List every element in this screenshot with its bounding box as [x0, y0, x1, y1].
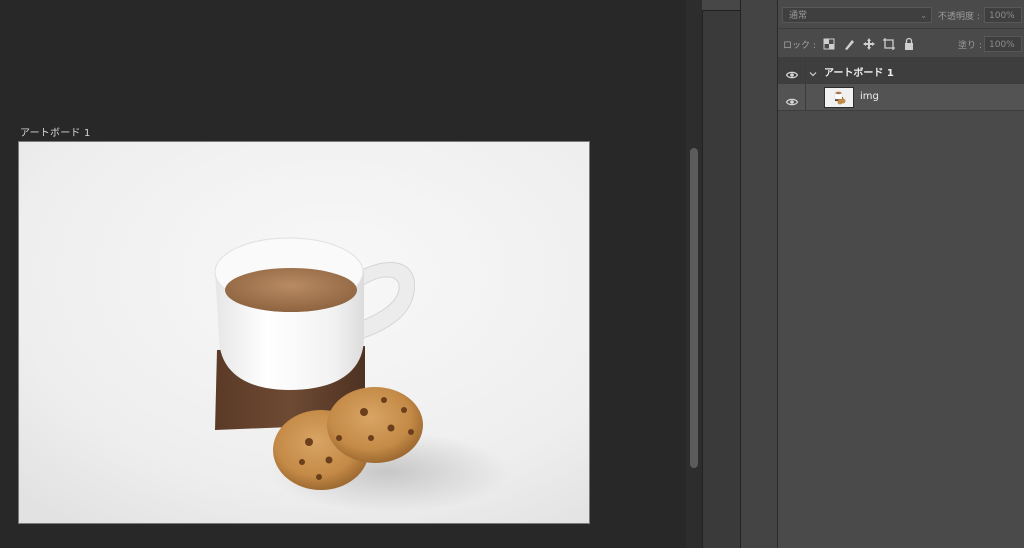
- artboard[interactable]: [18, 141, 590, 524]
- lock-image-pixels-icon[interactable]: [842, 36, 856, 50]
- blend-mode-value: 通常: [789, 11, 808, 21]
- layer-name: アートボード 1: [824, 68, 894, 79]
- opacity-label: 不透明度 :: [938, 12, 980, 22]
- blend-row: 通常 ⌄ 不透明度 : 100%: [778, 0, 1024, 29]
- divider: [805, 84, 806, 110]
- lock-artboard-icon[interactable]: [882, 36, 896, 50]
- photo-coffee-and-cookies: [19, 142, 589, 523]
- eye-icon[interactable]: [785, 92, 799, 106]
- layer-thumbnail: [824, 87, 854, 108]
- panel-dock-strip-2: [740, 0, 777, 548]
- chevron-down-icon: ⌄: [920, 11, 927, 20]
- document-canvas[interactable]: アートボード 1: [0, 0, 686, 548]
- lock-position-icon[interactable]: [862, 36, 876, 50]
- eye-icon[interactable]: [785, 65, 799, 79]
- layer-name: img: [860, 91, 879, 102]
- artboard-label[interactable]: アートボード 1: [20, 124, 91, 139]
- lock-all-icon[interactable]: [902, 36, 916, 50]
- lock-transparent-pixels-icon[interactable]: [822, 36, 836, 50]
- layer-row-img[interactable]: img: [778, 84, 1024, 111]
- opacity-input[interactable]: 100%: [984, 7, 1022, 23]
- chevron-down-icon[interactable]: [808, 64, 818, 77]
- fill-input[interactable]: 100%: [984, 36, 1022, 52]
- divider: [805, 57, 806, 83]
- panel-dock-header: [702, 0, 740, 11]
- layer-row-artboard[interactable]: アートボード 1: [778, 57, 1024, 84]
- blend-mode-select[interactable]: 通常 ⌄: [782, 7, 932, 23]
- panel-dock-strip: [702, 0, 741, 548]
- scrollbar-thumb[interactable]: [690, 148, 698, 468]
- lock-row: ロック : 塗り : 100%: [778, 29, 1024, 58]
- layers-panel: 通常 ⌄ 不透明度 : 100% ロック : 塗り : 100% アートボード …: [777, 0, 1024, 548]
- fill-label: 塗り :: [958, 41, 982, 51]
- lock-label: ロック :: [783, 41, 816, 51]
